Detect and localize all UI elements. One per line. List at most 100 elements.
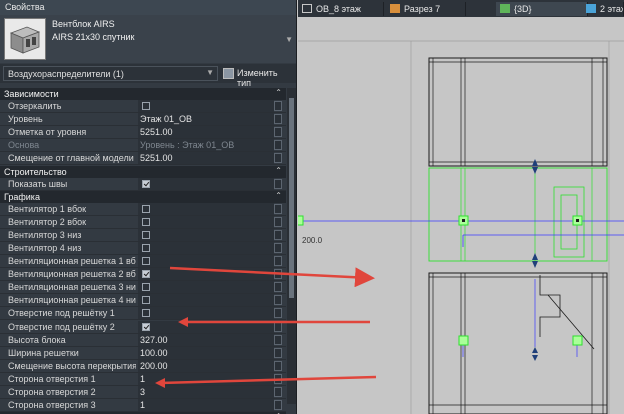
property-checkbox[interactable] bbox=[142, 204, 150, 213]
section-title: Графика bbox=[4, 191, 40, 202]
property-value-cell[interactable] bbox=[138, 228, 274, 241]
edit-type-button[interactable]: Изменить тип bbox=[222, 66, 294, 88]
tab-label: 2 этаж bbox=[600, 4, 623, 14]
panel-title: Свойства bbox=[0, 0, 296, 15]
dimension-label: 200.0 bbox=[302, 236, 323, 245]
tab-ov-8-roof[interactable]: ОВ_8 этаж кровля bbox=[298, 2, 384, 24]
associate-parameter-icon[interactable] bbox=[274, 295, 282, 306]
type-name: AIRS 21x30 спутник bbox=[52, 32, 135, 42]
property-value-cell[interactable] bbox=[138, 307, 274, 320]
property-value[interactable]: 5251.00 bbox=[140, 127, 173, 137]
associate-parameter-icon[interactable] bbox=[274, 334, 282, 345]
property-checkbox[interactable] bbox=[142, 243, 150, 252]
property-value[interactable]: Этаж 01_ОВ bbox=[140, 114, 192, 124]
filter-row: Воздухораспределители (1) ▼ Изменить тип bbox=[0, 64, 296, 88]
section-constraints[interactable]: Зависимости ⌃ bbox=[0, 88, 286, 100]
associate-parameter-icon[interactable] bbox=[274, 114, 282, 125]
associate-parameter-icon[interactable] bbox=[274, 127, 282, 138]
property-checkbox[interactable] bbox=[142, 270, 150, 279]
associate-parameter-icon[interactable] bbox=[274, 256, 282, 266]
property-row: Вентилятор 3 низ bbox=[0, 228, 286, 242]
property-value-cell[interactable] bbox=[138, 281, 274, 294]
property-row: Уровень Этаж 01_ОВ bbox=[0, 113, 286, 127]
property-label: Смещение высота перекрытия bbox=[8, 360, 136, 371]
associate-parameter-icon[interactable] bbox=[274, 308, 282, 319]
section-graphics[interactable]: Графика ⌃ bbox=[0, 190, 286, 203]
type-selector[interactable]: Вентблок AIRS AIRS 21x30 спутник ▼ bbox=[0, 15, 296, 63]
category-filter-select[interactable]: Воздухораспределители (1) ▼ bbox=[3, 66, 218, 81]
property-value-cell[interactable] bbox=[138, 294, 274, 307]
tab-floor-2[interactable]: 2 этаж bbox=[582, 2, 624, 16]
property-row: Вентилятор 4 низ bbox=[0, 241, 286, 255]
property-checkbox[interactable] bbox=[142, 296, 150, 305]
property-value-cell[interactable] bbox=[138, 268, 274, 281]
associate-parameter-icon[interactable] bbox=[274, 178, 282, 189]
category-filter-label: Воздухораспределители (1) bbox=[8, 69, 124, 79]
associate-parameter-icon[interactable] bbox=[274, 347, 282, 358]
associate-parameter-icon[interactable] bbox=[274, 140, 282, 151]
tab-label: Разрез 7 bbox=[404, 4, 441, 14]
property-value-cell[interactable] bbox=[138, 177, 274, 190]
property-checkbox[interactable] bbox=[142, 230, 150, 239]
property-value[interactable]: 1 bbox=[140, 374, 145, 384]
associate-parameter-icon[interactable] bbox=[274, 282, 282, 293]
property-checkbox[interactable] bbox=[142, 102, 150, 110]
associate-parameter-icon[interactable] bbox=[274, 321, 282, 332]
property-checkbox[interactable] bbox=[142, 309, 150, 318]
grip-handle-icon bbox=[572, 335, 583, 346]
property-row: Отверстие под решётку 2 bbox=[0, 320, 286, 334]
property-value-cell[interactable] bbox=[138, 372, 274, 385]
property-checkbox[interactable] bbox=[142, 322, 150, 331]
associate-parameter-icon[interactable] bbox=[274, 400, 282, 411]
associate-parameter-icon[interactable] bbox=[274, 242, 282, 253]
property-value[interactable]: 3 bbox=[140, 387, 145, 397]
property-value[interactable]: 5251.00 bbox=[140, 153, 173, 163]
associate-parameter-icon[interactable] bbox=[274, 387, 282, 397]
panel-scrollbar[interactable] bbox=[287, 88, 296, 404]
associate-parameter-icon[interactable] bbox=[274, 153, 282, 164]
property-row: Ширина решетки 100.00 bbox=[0, 346, 286, 360]
property-value-cell[interactable] bbox=[138, 215, 274, 228]
associate-parameter-icon[interactable] bbox=[274, 229, 282, 240]
property-value-cell[interactable] bbox=[138, 241, 274, 254]
property-value-cell[interactable] bbox=[138, 399, 274, 412]
chevron-down-icon[interactable]: ▼ bbox=[285, 35, 293, 44]
property-value-cell[interactable] bbox=[138, 386, 274, 398]
property-row: Сторона отверстия 1 1 bbox=[0, 372, 286, 386]
property-value-cell[interactable] bbox=[138, 255, 274, 267]
property-checkbox[interactable] bbox=[142, 179, 150, 188]
property-value-cell[interactable] bbox=[138, 320, 274, 333]
property-checkbox[interactable] bbox=[142, 217, 150, 226]
view-tab-bar: ОВ_8 этаж кровля Разрез 7 {3D} 2 этаж bbox=[298, 0, 624, 24]
property-label: Сторона отверстия 1 bbox=[8, 373, 96, 384]
property-value-cell[interactable] bbox=[138, 100, 274, 112]
associate-parameter-icon[interactable] bbox=[274, 360, 282, 371]
property-label: Смещение от главной модели bbox=[8, 153, 134, 164]
section-construction[interactable]: Строительство ⌃ bbox=[0, 165, 286, 178]
scrollbar-thumb[interactable] bbox=[289, 98, 294, 298]
associate-parameter-icon[interactable] bbox=[274, 269, 282, 280]
property-checkbox[interactable] bbox=[142, 283, 150, 292]
associate-parameter-icon[interactable] bbox=[274, 101, 282, 111]
tab-section-7[interactable]: Разрез 7 bbox=[386, 2, 466, 16]
property-row: Основа Уровень : Этаж 01_ОВ bbox=[0, 139, 286, 153]
collapse-icon[interactable]: ⌃ bbox=[275, 191, 282, 200]
property-value[interactable]: 200.00 bbox=[140, 361, 168, 371]
collapse-icon[interactable]: ⌃ bbox=[275, 166, 282, 175]
property-checkbox[interactable] bbox=[142, 257, 150, 265]
property-value[interactable]: 327.00 bbox=[140, 335, 168, 345]
tab-3d[interactable]: {3D} bbox=[496, 2, 588, 16]
property-value[interactable]: 1 bbox=[140, 400, 145, 410]
associate-parameter-icon[interactable] bbox=[274, 203, 282, 214]
associate-parameter-icon[interactable] bbox=[274, 216, 282, 227]
drawing-canvas[interactable]: 200.0 bbox=[298, 17, 624, 414]
property-value-cell[interactable] bbox=[138, 202, 274, 215]
shaft-block-upper bbox=[428, 57, 608, 167]
property-row: Вентиляционная решетка 1 вбок bbox=[0, 255, 286, 268]
property-value[interactable]: 100.00 bbox=[140, 348, 168, 358]
property-value[interactable]: Уровень : Этаж 01_ОВ bbox=[140, 140, 234, 150]
property-label: Высота блока bbox=[8, 334, 66, 345]
associate-parameter-icon[interactable] bbox=[274, 373, 282, 384]
chevron-down-icon: ▼ bbox=[206, 68, 214, 77]
collapse-icon[interactable]: ⌃ bbox=[275, 88, 282, 97]
